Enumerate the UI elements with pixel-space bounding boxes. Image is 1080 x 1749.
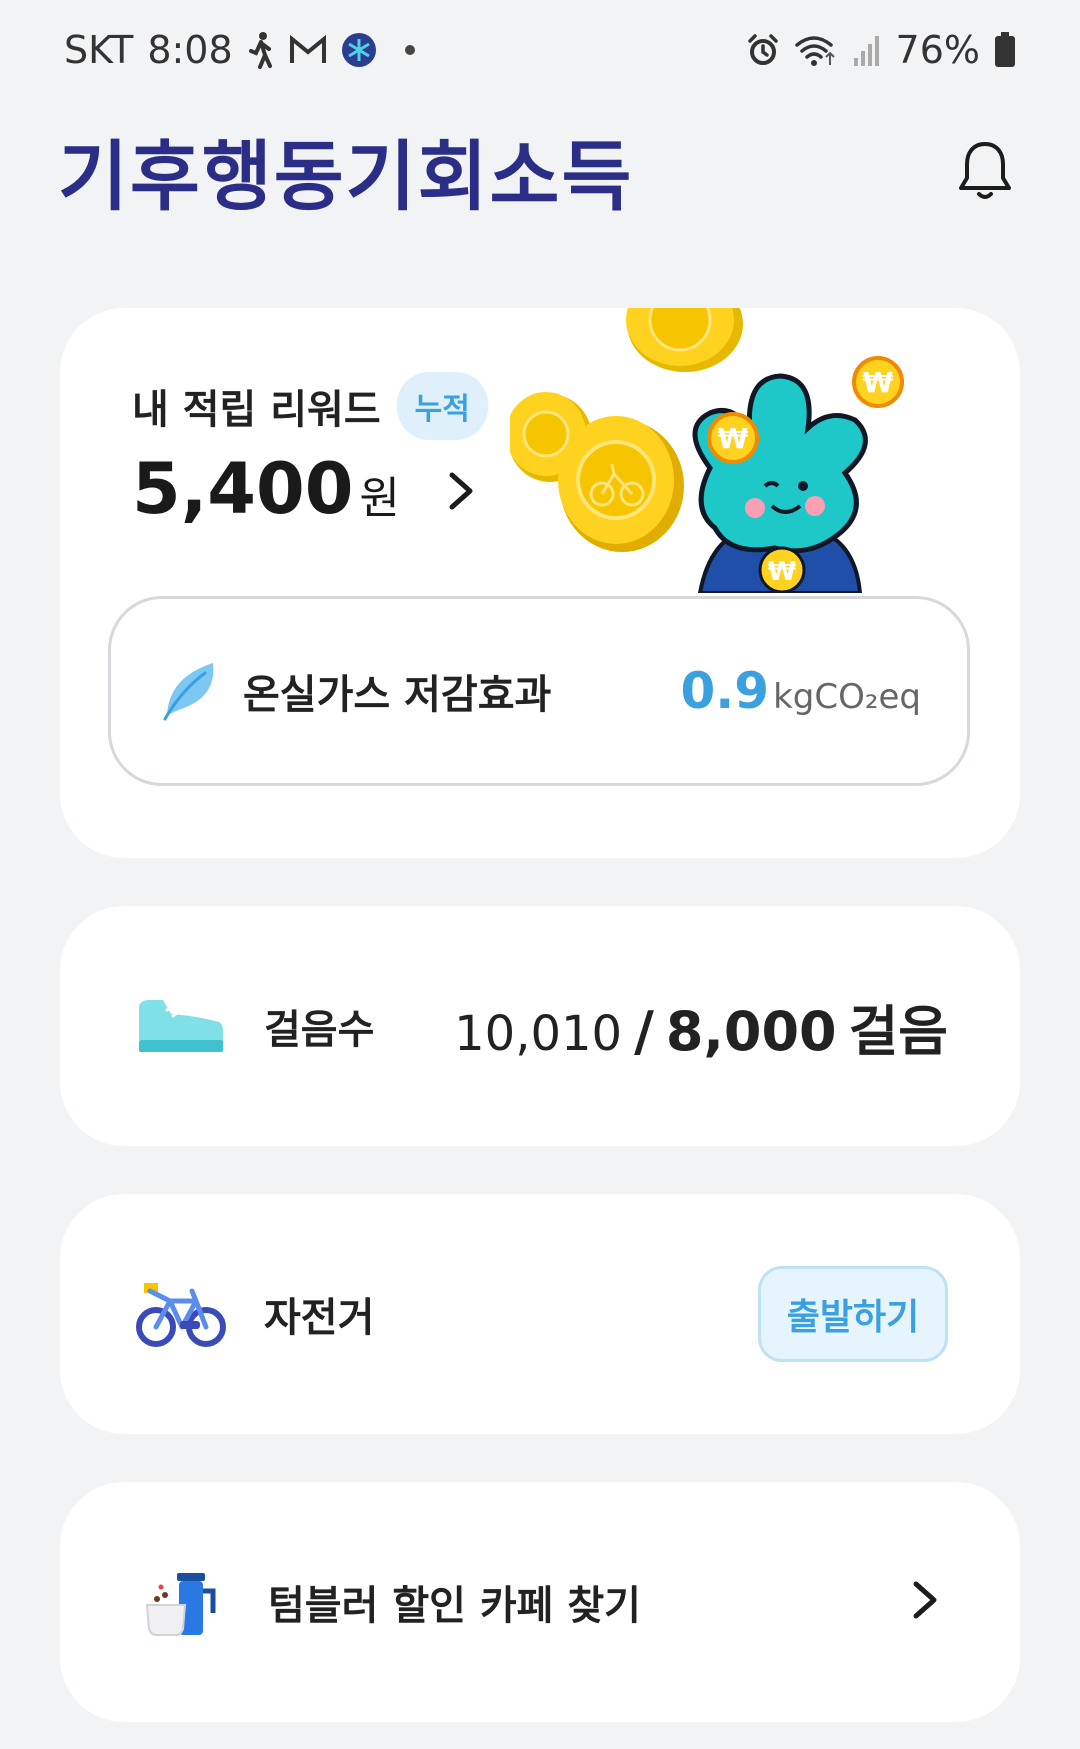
start-ride-button[interactable]: 출발하기 (758, 1266, 948, 1362)
tumbler-cafe-card[interactable]: 텀블러 할인 카페 찾기 (60, 1482, 1020, 1722)
chevron-right-icon (910, 1578, 940, 1626)
signal-icon (852, 34, 882, 66)
clock: 8:08 (147, 28, 233, 72)
reward-unit: 원 (359, 473, 400, 524)
battery-icon (994, 32, 1016, 68)
steps-goal: 8,000 (665, 999, 837, 1063)
walking-icon (247, 31, 275, 69)
alarm-icon (746, 33, 780, 67)
steps-unit: 걸음 (848, 999, 948, 1063)
status-right: 76% (746, 28, 1016, 72)
bell-icon (959, 142, 1011, 199)
reward-title-row: 내 적립 리워드 누적 (132, 372, 488, 440)
ghg-left: 온실가스 저감효과 (159, 657, 551, 725)
app-logo[interactable]: 기후행동기회소득 (58, 115, 633, 225)
reward-title: 내 적립 리워드 (132, 387, 381, 433)
bike-label: 자전거 (264, 1295, 375, 1341)
tumbler-label: 텀블러 할인 카페 찾기 (268, 1583, 641, 1629)
ghg-value: 0.9 kgCO₂eq (681, 662, 921, 720)
more-notifications-dot (404, 45, 415, 55)
carrier-label: SKT (64, 28, 134, 72)
app-notification-icon (341, 32, 377, 68)
mascot-coins-illustration: ₩ ₩ ₩ (510, 308, 904, 593)
ghg-label: 온실가스 저감효과 (243, 672, 552, 718)
ghg-number: 0.9 (680, 662, 770, 720)
tumbler-icon (140, 1557, 230, 1647)
svg-text:₩: ₩ (718, 422, 749, 455)
reward-amount-link[interactable]: 5,400 원 (132, 448, 476, 530)
steps-current: 10,010 (454, 1005, 623, 1062)
app-logo-text: 기후행동기회소득 (58, 132, 634, 221)
reward-amount: 5,400 (132, 448, 354, 530)
steps-card[interactable]: 걸음수 10,010 / 8,000 걸음 (60, 906, 1020, 1146)
reward-card: 내 적립 리워드 누적 5,400 원 ₩ ₩ ₩ 온실가스 저감효과 0.9 … (60, 308, 1020, 858)
wifi-icon (794, 33, 838, 67)
ghg-reduction-box: 온실가스 저감효과 0.9 kgCO₂eq (108, 596, 970, 786)
steps-value: 10,010 / 8,000 걸음 (454, 987, 948, 1066)
ghg-unit: kgCO₂eq (773, 677, 921, 717)
bike-card: 자전거 출발하기 (60, 1194, 1020, 1434)
chevron-right-icon (446, 469, 476, 517)
app-header: 기후행동기회소득 (0, 110, 1080, 230)
sneaker-icon (136, 981, 226, 1071)
leaf-icon (159, 657, 219, 725)
svg-text:₩: ₩ (863, 366, 894, 399)
steps-separator: / (634, 999, 654, 1063)
status-left: SKT 8:08 (64, 28, 415, 72)
gmail-icon (289, 35, 327, 65)
notification-bell-button[interactable] (950, 130, 1020, 210)
steps-label: 걸음수 (264, 1007, 375, 1053)
svg-text:₩: ₩ (768, 557, 797, 587)
battery-percent: 76% (895, 28, 980, 72)
status-bar: SKT 8:08 76% (0, 0, 1080, 100)
bicycle-icon (136, 1269, 226, 1359)
cumulative-badge: 누적 (396, 372, 488, 440)
